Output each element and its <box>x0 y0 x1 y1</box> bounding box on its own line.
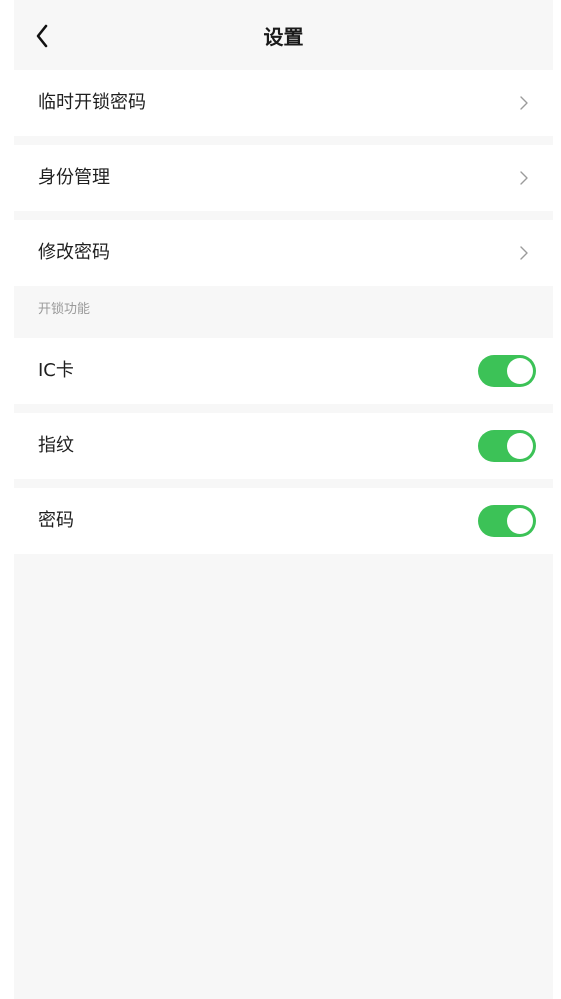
top-nav-bar: 设置 <box>14 0 553 70</box>
unlock-option-ic-card: IC卡 <box>14 338 553 404</box>
unlock-option-label: 密码 <box>38 510 74 531</box>
menu-item-temporary-unlock-password[interactable]: 临时开锁密码 <box>14 70 553 136</box>
ic-card-toggle[interactable] <box>478 355 536 387</box>
toggle-knob <box>507 433 533 459</box>
menu-item-label: 身份管理 <box>38 167 110 188</box>
toggle-knob <box>507 508 533 534</box>
fingerprint-toggle[interactable] <box>478 430 536 462</box>
chevron-right-icon <box>520 246 528 260</box>
toggle-knob <box>507 358 533 384</box>
unlock-option-label: IC卡 <box>38 360 74 381</box>
menu-item-label: 临时开锁密码 <box>38 92 146 113</box>
phone-screen: 设置 临时开锁密码 身份管理 修改密码 开锁功能 IC卡 指纹 密码 <box>0 0 561 999</box>
menu-item-change-password[interactable]: 修改密码 <box>14 220 553 286</box>
menu-item-label: 修改密码 <box>38 242 110 263</box>
menu-item-identity-management[interactable]: 身份管理 <box>14 145 553 211</box>
unlock-option-password: 密码 <box>14 488 553 554</box>
password-toggle[interactable] <box>478 505 536 537</box>
unlock-option-label: 指纹 <box>38 435 74 456</box>
chevron-right-icon <box>520 171 528 185</box>
unlock-option-fingerprint: 指纹 <box>14 413 553 479</box>
chevron-right-icon <box>520 96 528 110</box>
page-title: 设置 <box>263 25 304 49</box>
settings-page: 设置 临时开锁密码 身份管理 修改密码 开锁功能 IC卡 指纹 密码 <box>14 0 553 999</box>
section-title-unlock-functions: 开锁功能 <box>38 302 91 317</box>
